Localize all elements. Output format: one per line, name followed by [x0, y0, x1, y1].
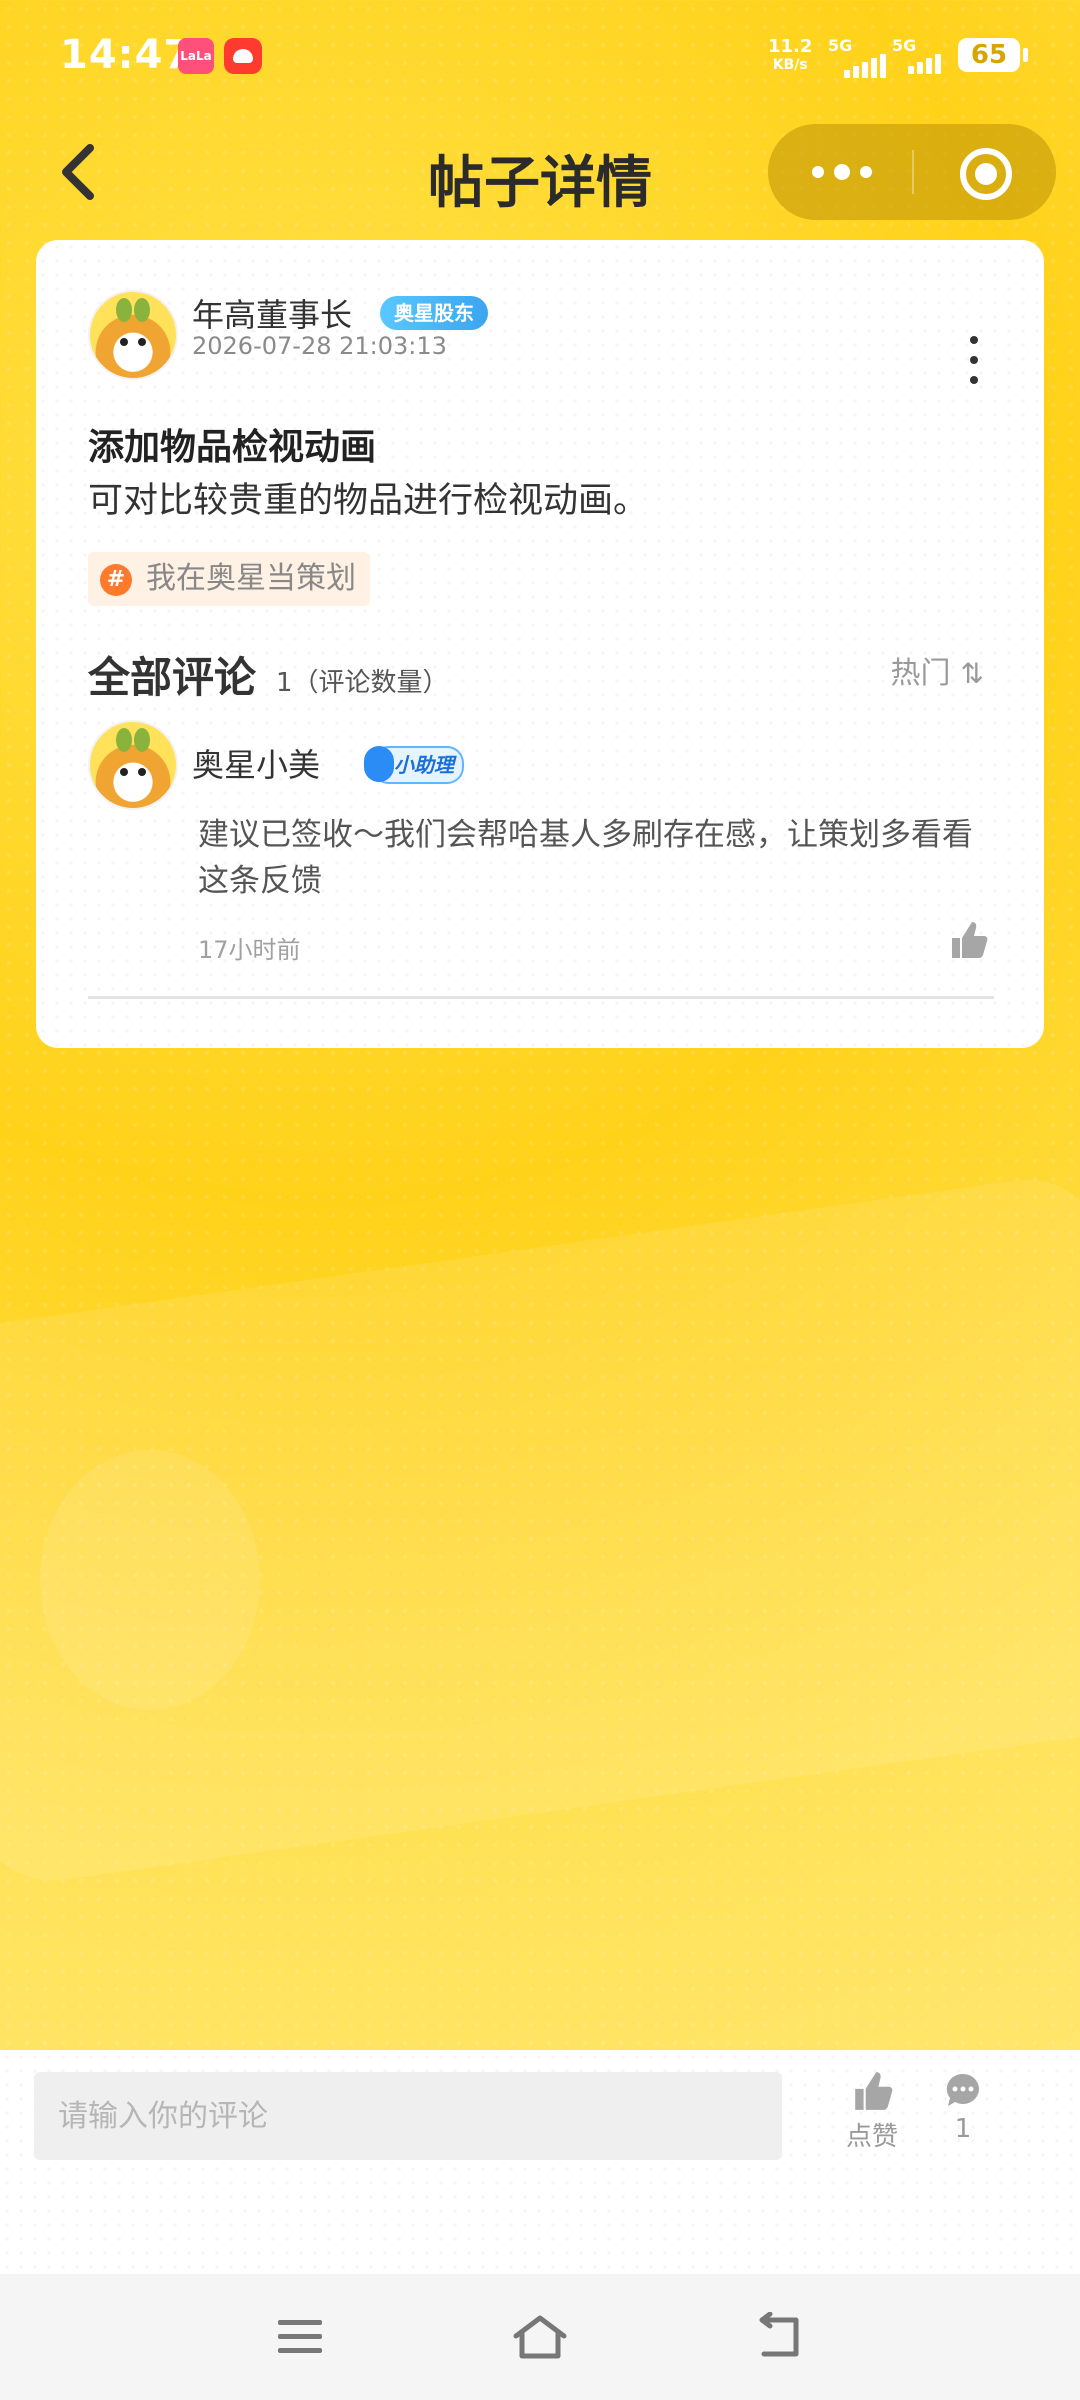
like-label: 点赞	[845, 2122, 898, 2152]
topic-tag-label: 我在奥星当策划	[146, 561, 356, 596]
topic-tag[interactable]: # 我在奥星当策划	[88, 552, 370, 606]
back-arrow-icon	[759, 2311, 799, 2357]
background-shape-circle	[40, 1450, 260, 1710]
back-nav-button[interactable]	[750, 2311, 810, 2362]
comment-bubble-icon	[946, 2073, 979, 2106]
post-options-button[interactable]	[962, 336, 986, 388]
shareholder-badge: 奥星股东	[380, 296, 488, 330]
assistant-badge: 小助理	[364, 746, 464, 784]
comment-input[interactable]	[34, 2072, 782, 2160]
post-author-name[interactable]: 年高董事长	[192, 290, 352, 336]
lala-app-icon: LaLa	[178, 38, 214, 74]
close-mini-program-button[interactable]	[912, 124, 1056, 220]
status-time: 14:47	[60, 32, 193, 78]
sim2-label: 5G	[892, 36, 917, 55]
comment-text: 建议已签收～我们会帮哈基人多刷存在感，让策划多看看这条反馈	[198, 817, 973, 899]
network-speed: 11.2 KB/s	[768, 38, 812, 74]
commenter-avatar[interactable]	[88, 720, 178, 810]
network-speed-value: 11.2	[768, 36, 813, 57]
menu-button[interactable]	[270, 2312, 330, 2362]
comment-bar: 点赞 1	[0, 2050, 1080, 2274]
divider	[88, 996, 994, 999]
menu-icon	[278, 2320, 322, 2353]
sort-button[interactable]: 热门 ⇅	[891, 648, 984, 692]
notification-app-icon	[224, 38, 262, 74]
comment-count: 1	[954, 2114, 972, 2144]
assistant-badge-label: 小助理	[394, 753, 454, 777]
post-date: 2026-07-28 21:03:13	[192, 332, 447, 360]
network-speed-unit: KB/s	[772, 57, 808, 73]
comments-count: 1（评论数量）	[276, 668, 449, 698]
comment-time: 17小时前	[198, 936, 301, 964]
comments-heading: 全部评论	[88, 653, 257, 702]
more-dots-icon	[812, 166, 824, 178]
status-bar: 14:47 LaLa 11.2 KB/s 5G 5G 65	[0, 0, 1080, 110]
home-icon	[513, 2315, 567, 2359]
battery-indicator: 65	[958, 38, 1028, 72]
commenter-name[interactable]: 奥星小美	[192, 740, 320, 786]
comment-count-button[interactable]: 1	[938, 2070, 988, 2144]
comment-like-button[interactable]	[948, 920, 988, 960]
avatar[interactable]	[88, 290, 178, 380]
sort-arrows-icon: ⇅	[960, 657, 984, 690]
more-button[interactable]	[768, 124, 912, 220]
hashtag-icon: #	[100, 564, 132, 596]
thumbs-up-icon	[855, 2072, 893, 2110]
signal-icon-2: 5G	[892, 36, 956, 76]
home-button[interactable]	[510, 2312, 570, 2362]
signal-icon: 5G	[828, 36, 892, 78]
mini-program-capsule	[768, 124, 1056, 220]
post-body: 可对比较贵重的物品进行检视动画。	[88, 481, 649, 521]
sim1-label: 5G	[828, 36, 853, 55]
like-button[interactable]: 点赞	[822, 2070, 922, 2153]
system-navigation-bar	[0, 2274, 1080, 2400]
thumbs-up-icon	[952, 922, 988, 958]
post-title: 添加物品检视动画	[88, 427, 377, 468]
kebab-menu-icon	[970, 336, 978, 344]
post-card: 年高董事长 奥星股东 2026-07-28 21:03:13 添加物品检视动画 …	[36, 240, 1044, 1048]
sort-label: 热门	[890, 656, 951, 691]
